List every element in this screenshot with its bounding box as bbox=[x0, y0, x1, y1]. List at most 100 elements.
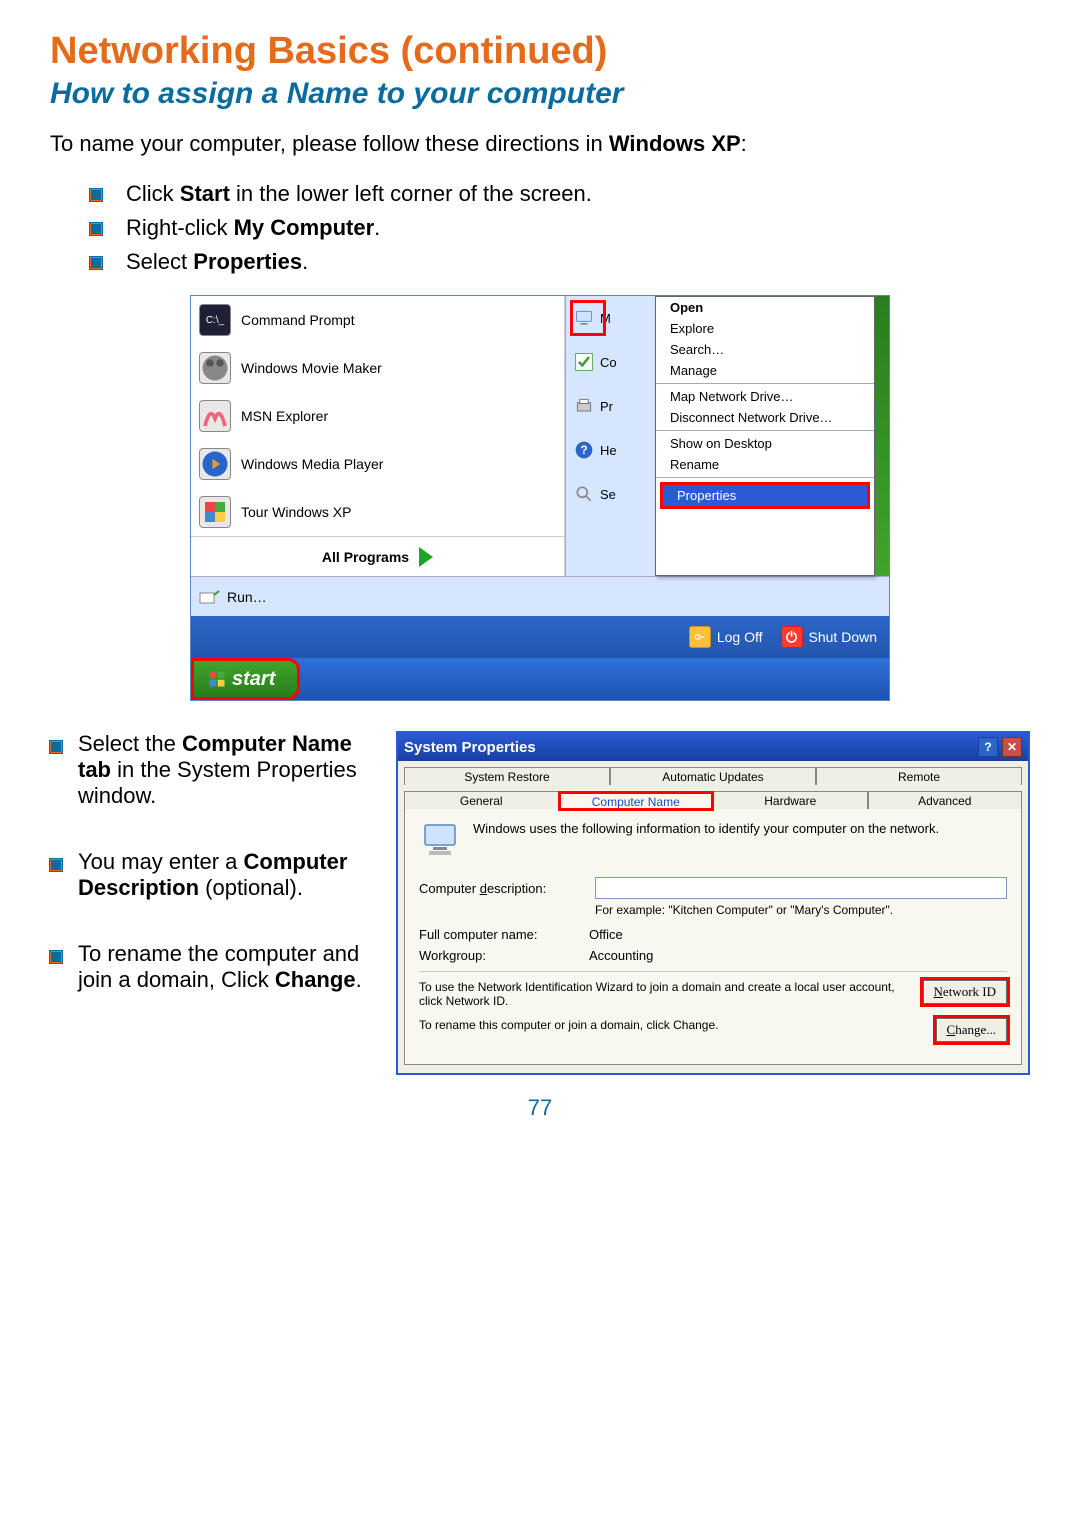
computer-network-icon bbox=[419, 821, 461, 863]
search-item[interactable]: Se bbox=[566, 472, 655, 516]
context-menu: Open Explore Search… Manage Map Network … bbox=[655, 296, 875, 576]
program-msn-explorer[interactable]: MSN Explorer bbox=[191, 392, 564, 440]
tab-computer-name[interactable]: Computer Name bbox=[559, 792, 714, 810]
tabs-row-2: General Computer Name Hardware Advanced bbox=[398, 785, 1028, 809]
desktop-sliver bbox=[875, 296, 889, 576]
tab-automatic-updates[interactable]: Automatic Updates bbox=[610, 767, 816, 785]
bullet-select-compname-tab: Select the Computer Name tab in the Syst… bbox=[50, 731, 380, 809]
windows-flag-icon bbox=[208, 670, 226, 688]
run-icon bbox=[197, 585, 221, 609]
bullet-icon bbox=[90, 189, 102, 201]
tour-xp-icon bbox=[199, 496, 231, 528]
msn-icon bbox=[199, 400, 231, 432]
context-open[interactable]: Open bbox=[656, 297, 874, 318]
bullet-select-properties: Select Properties. bbox=[90, 249, 1030, 275]
tab-advanced[interactable]: Advanced bbox=[868, 791, 1023, 809]
help-item[interactable]: ?He bbox=[566, 428, 655, 472]
figure-system-properties: System Properties ? ✕ System Restore Aut… bbox=[396, 731, 1030, 1075]
context-explore[interactable]: Explore bbox=[656, 318, 874, 339]
bullet-icon bbox=[50, 951, 62, 963]
command-prompt-icon: C:\_ bbox=[199, 304, 231, 336]
intro-bold: Windows XP bbox=[609, 131, 741, 156]
bullet-click-start: Click Start in the lower left corner of … bbox=[90, 181, 1030, 207]
dialog-panel: Windows uses the following information t… bbox=[404, 809, 1022, 1065]
key-icon bbox=[689, 626, 711, 648]
panel-description: Windows uses the following information t… bbox=[473, 821, 939, 836]
context-properties[interactable]: Properties bbox=[660, 482, 870, 509]
highlight-box bbox=[570, 300, 606, 336]
intro-post: : bbox=[741, 131, 747, 156]
page-number: 77 bbox=[50, 1095, 1030, 1121]
run-item[interactable]: Run… bbox=[191, 576, 889, 616]
program-tour-xp[interactable]: Tour Windows XP bbox=[191, 488, 564, 536]
power-icon: ⏻ bbox=[781, 626, 803, 648]
change-text: To rename this computer or join a domain… bbox=[419, 1018, 926, 1032]
full-computer-name-label: Full computer name: bbox=[419, 927, 589, 942]
context-manage[interactable]: Manage bbox=[656, 360, 874, 381]
taskbar: start bbox=[191, 658, 889, 700]
start-menu-left-panel: C:\_Command Prompt Windows Movie Maker M… bbox=[191, 296, 565, 576]
separator bbox=[419, 971, 1007, 972]
close-button[interactable]: ✕ bbox=[1002, 737, 1022, 757]
tab-hardware[interactable]: Hardware bbox=[713, 791, 868, 809]
my-computer-item[interactable]: M bbox=[566, 296, 655, 340]
program-command-prompt[interactable]: C:\_Command Prompt bbox=[191, 296, 564, 344]
tabs-row-1: System Restore Automatic Updates Remote bbox=[398, 761, 1028, 785]
network-id-text: To use the Network Identification Wizard… bbox=[419, 980, 913, 1008]
full-computer-name-value: Office bbox=[589, 927, 623, 942]
page-subtitle: How to assign a Name to your computer bbox=[50, 77, 1030, 111]
intro-pre: To name your computer, please follow the… bbox=[50, 131, 609, 156]
program-movie-maker[interactable]: Windows Movie Maker bbox=[191, 344, 564, 392]
all-programs[interactable]: All Programs bbox=[191, 536, 564, 576]
bullet-icon bbox=[90, 257, 102, 269]
bullet-enter-description: You may enter a Computer Description (op… bbox=[50, 849, 380, 901]
context-show-desktop[interactable]: Show on Desktop bbox=[656, 433, 874, 454]
check-icon bbox=[572, 350, 596, 374]
tab-remote[interactable]: Remote bbox=[816, 767, 1022, 785]
dialog-title: System Properties bbox=[404, 739, 536, 756]
printers-item[interactable]: Pr bbox=[566, 384, 655, 428]
context-search[interactable]: Search… bbox=[656, 339, 874, 360]
page-title: Networking Basics (continued) bbox=[50, 30, 1030, 73]
context-disconnect-drive[interactable]: Disconnect Network Drive… bbox=[656, 407, 874, 428]
description-hint: For example: "Kitchen Computer" or "Mary… bbox=[595, 903, 1007, 917]
bullet-icon bbox=[50, 859, 62, 871]
context-separator bbox=[656, 383, 874, 384]
context-rename[interactable]: Rename bbox=[656, 454, 874, 475]
bullet-click-change: To rename the computer and join a domain… bbox=[50, 941, 380, 993]
lower-bullet-list: Select the Computer Name tab in the Syst… bbox=[50, 731, 380, 1075]
tab-system-restore[interactable]: System Restore bbox=[404, 767, 610, 785]
shut-down-button[interactable]: ⏻ Shut Down bbox=[781, 626, 877, 648]
help-button[interactable]: ? bbox=[978, 737, 998, 757]
top-bullet-list: Click Start in the lower left corner of … bbox=[50, 181, 1030, 275]
computer-description-input[interactable] bbox=[595, 877, 1007, 899]
dialog-titlebar: System Properties ? ✕ bbox=[398, 733, 1028, 761]
logoff-bar: Log Off ⏻ Shut Down bbox=[191, 616, 889, 658]
movie-maker-icon bbox=[199, 352, 231, 384]
intro-paragraph: To name your computer, please follow the… bbox=[50, 131, 1030, 157]
log-off-button[interactable]: Log Off bbox=[689, 626, 763, 648]
media-player-icon bbox=[199, 448, 231, 480]
start-menu-right-panel: M Co Pr ?He Se bbox=[565, 296, 655, 576]
context-separator bbox=[656, 477, 874, 478]
network-id-button[interactable]: Network ID bbox=[923, 980, 1007, 1004]
bullet-icon bbox=[50, 741, 62, 753]
workgroup-value: Accounting bbox=[589, 948, 653, 963]
svg-text:?: ? bbox=[580, 444, 587, 457]
arrow-right-icon bbox=[419, 547, 433, 567]
context-map-drive[interactable]: Map Network Drive… bbox=[656, 386, 874, 407]
workgroup-label: Workgroup: bbox=[419, 948, 589, 963]
start-button[interactable]: start bbox=[191, 658, 300, 700]
printer-icon bbox=[572, 394, 596, 418]
context-separator bbox=[656, 430, 874, 431]
figure-start-menu: C:\_Command Prompt Windows Movie Maker M… bbox=[190, 295, 890, 701]
search-icon bbox=[572, 482, 596, 506]
help-icon: ? bbox=[572, 438, 596, 462]
program-media-player[interactable]: Windows Media Player bbox=[191, 440, 564, 488]
control-panel-item[interactable]: Co bbox=[566, 340, 655, 384]
computer-description-label: Computer description: bbox=[419, 881, 589, 896]
change-button[interactable]: Change... bbox=[936, 1018, 1007, 1042]
bullet-rightclick-mycomputer: Right-click My Computer. bbox=[90, 215, 1030, 241]
tab-general[interactable]: General bbox=[404, 791, 559, 809]
bullet-icon bbox=[90, 223, 102, 235]
